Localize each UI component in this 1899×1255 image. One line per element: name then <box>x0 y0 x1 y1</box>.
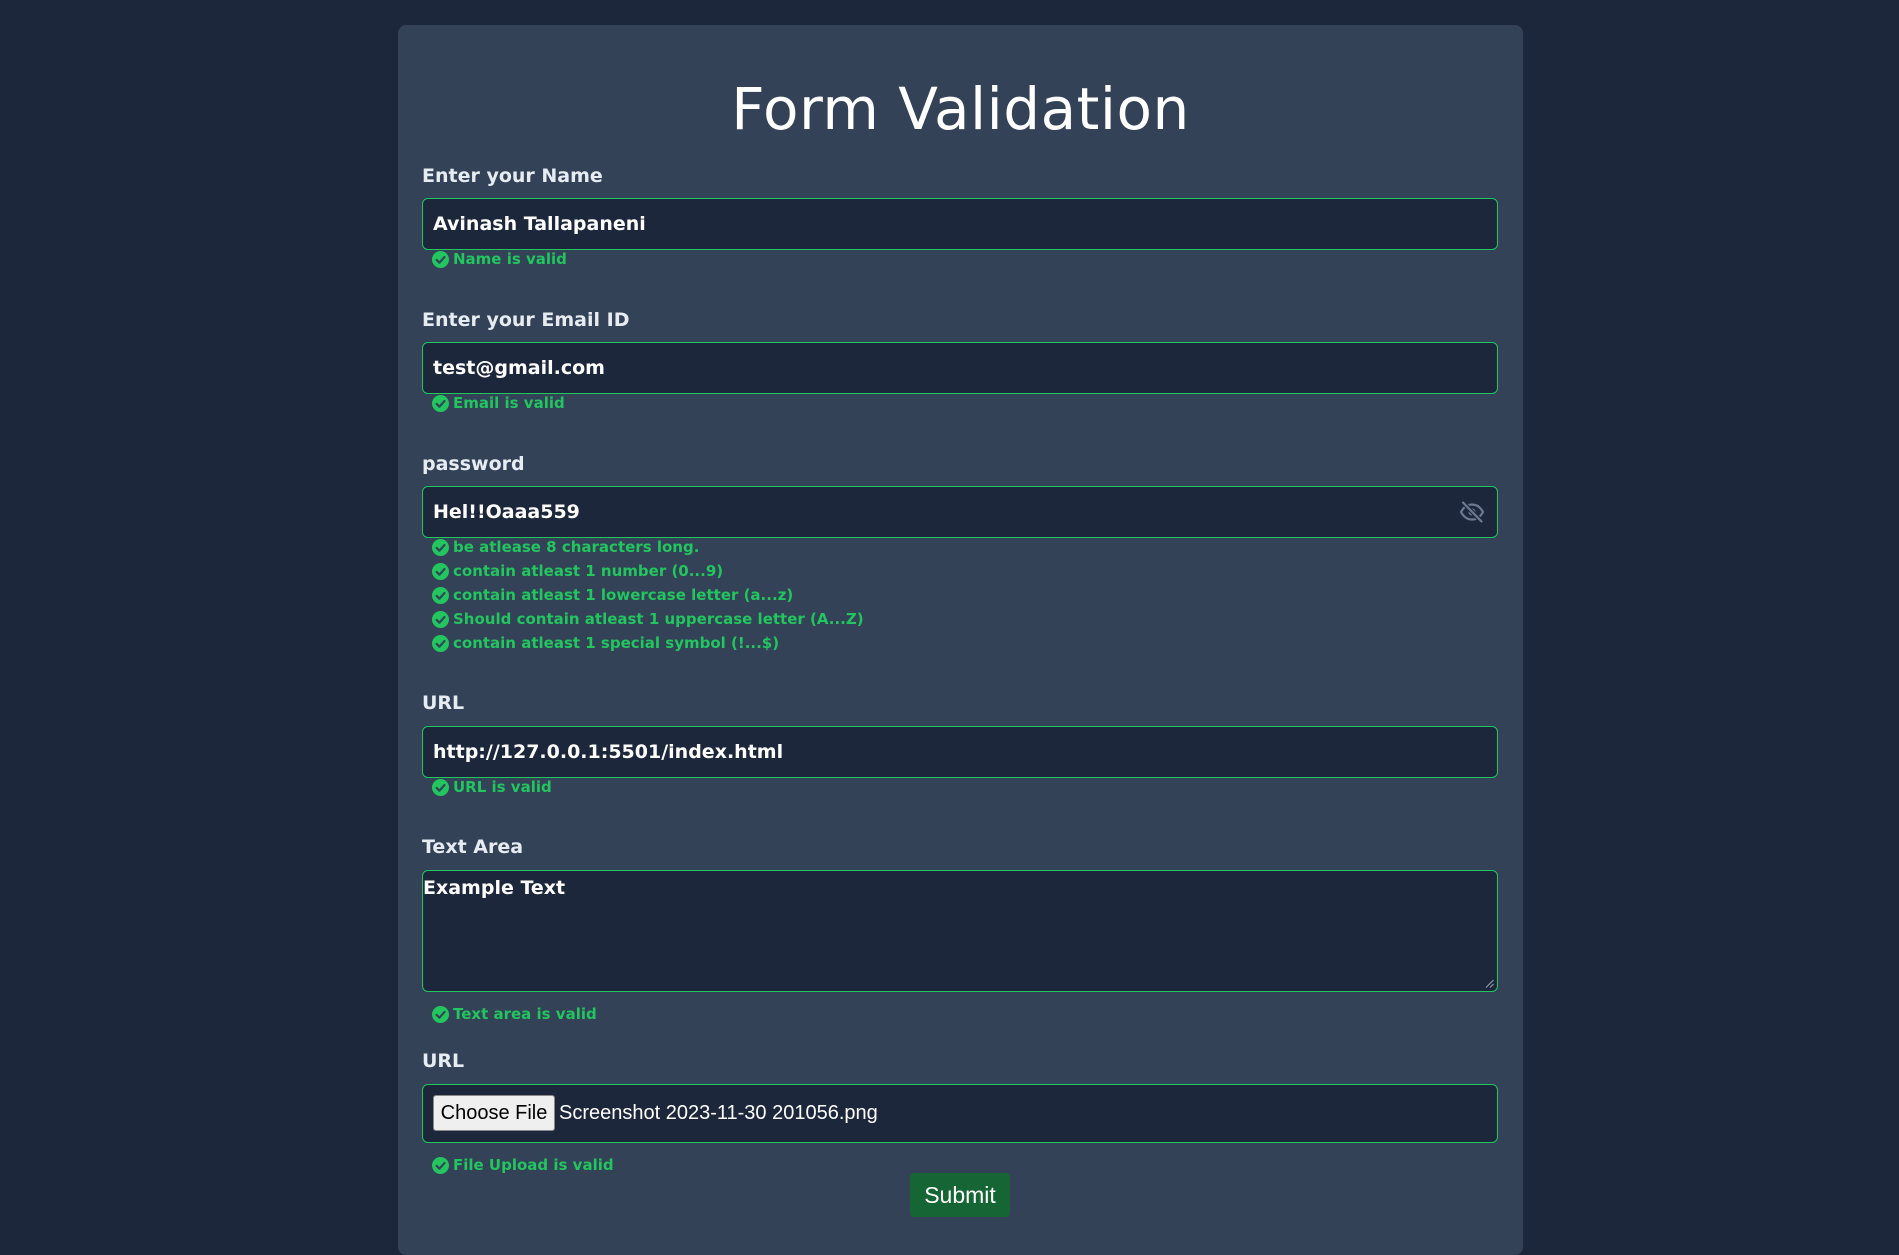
form-card: Form Validation Enter your Name Avinash … <box>398 25 1523 1255</box>
url-valid-text: URL is valid <box>453 778 552 796</box>
password-input[interactable]: Hel!!Oaaa559 <box>422 486 1498 538</box>
email-input-value: test@gmail.com <box>433 357 605 379</box>
name-label: Enter your Name <box>422 165 603 187</box>
url-input-value: http://127.0.0.1:5501/index.html <box>433 741 784 763</box>
check-circle-icon <box>432 562 449 580</box>
check-circle-icon <box>432 586 449 604</box>
name-valid-text: Name is valid <box>453 250 567 268</box>
file-valid-message: File Upload is valid <box>432 1153 614 1177</box>
password-rule-text: contain atleast 1 number (0...9) <box>453 562 724 580</box>
password-input-value: Hel!!Oaaa559 <box>433 501 580 523</box>
textarea-valid-message: Text area is valid <box>432 1002 597 1026</box>
url-valid-message: URL is valid <box>432 775 552 799</box>
check-circle-icon <box>432 250 449 268</box>
email-valid-message: Email is valid <box>432 391 565 415</box>
check-circle-icon <box>432 610 449 628</box>
password-rule-symbol: contain atleast 1 special symbol (!...$) <box>432 631 779 655</box>
eye-slash-icon[interactable] <box>1459 500 1485 524</box>
url-input[interactable]: http://127.0.0.1:5501/index.html <box>422 726 1498 778</box>
resize-handle-icon[interactable] <box>1485 979 1494 988</box>
file-valid-text: File Upload is valid <box>453 1156 614 1174</box>
name-input-value: Avinash Tallapaneni <box>433 213 646 235</box>
submit-button[interactable]: Submit <box>910 1173 1010 1217</box>
text-area[interactable]: Example Text <box>422 870 1498 992</box>
password-rule-uppercase: Should contain atleast 1 uppercase lette… <box>432 607 864 631</box>
file-name: Screenshot 2023-11-30 201056.png <box>559 1102 878 1124</box>
check-circle-icon <box>432 778 449 796</box>
textarea-label: Text Area <box>422 836 524 858</box>
file-label: URL <box>422 1050 465 1072</box>
check-circle-icon <box>432 394 449 412</box>
textarea-valid-text: Text area is valid <box>453 1005 597 1023</box>
name-input[interactable]: Avinash Tallapaneni <box>422 198 1498 250</box>
password-rule-text: be atlease 8 characters long. <box>453 538 700 556</box>
url-label: URL <box>422 692 465 714</box>
check-circle-icon <box>432 1156 449 1174</box>
password-rule-length: be atlease 8 characters long. <box>432 535 699 559</box>
page-title: Form Validation <box>731 75 1190 143</box>
choose-file-button[interactable]: Choose File <box>433 1095 555 1131</box>
check-circle-icon <box>432 538 449 556</box>
password-label: password <box>422 453 525 475</box>
file-input[interactable]: Choose File Screenshot 2023-11-30 201056… <box>422 1084 1498 1143</box>
name-valid-message: Name is valid <box>432 247 567 271</box>
email-label: Enter your Email ID <box>422 309 630 331</box>
password-rule-text: contain atleast 1 lowercase letter (a...… <box>453 586 794 604</box>
password-rule-text: Should contain atleast 1 uppercase lette… <box>453 610 864 628</box>
password-rule-lowercase: contain atleast 1 lowercase letter (a...… <box>432 583 793 607</box>
check-circle-icon <box>432 634 449 652</box>
text-area-value: Example Text <box>423 877 566 899</box>
password-rule-number: contain atleast 1 number (0...9) <box>432 559 723 583</box>
email-input[interactable]: test@gmail.com <box>422 342 1498 394</box>
check-circle-icon <box>432 1005 449 1023</box>
email-valid-text: Email is valid <box>453 394 565 412</box>
password-rule-text: contain atleast 1 special symbol (!...$) <box>453 634 780 652</box>
